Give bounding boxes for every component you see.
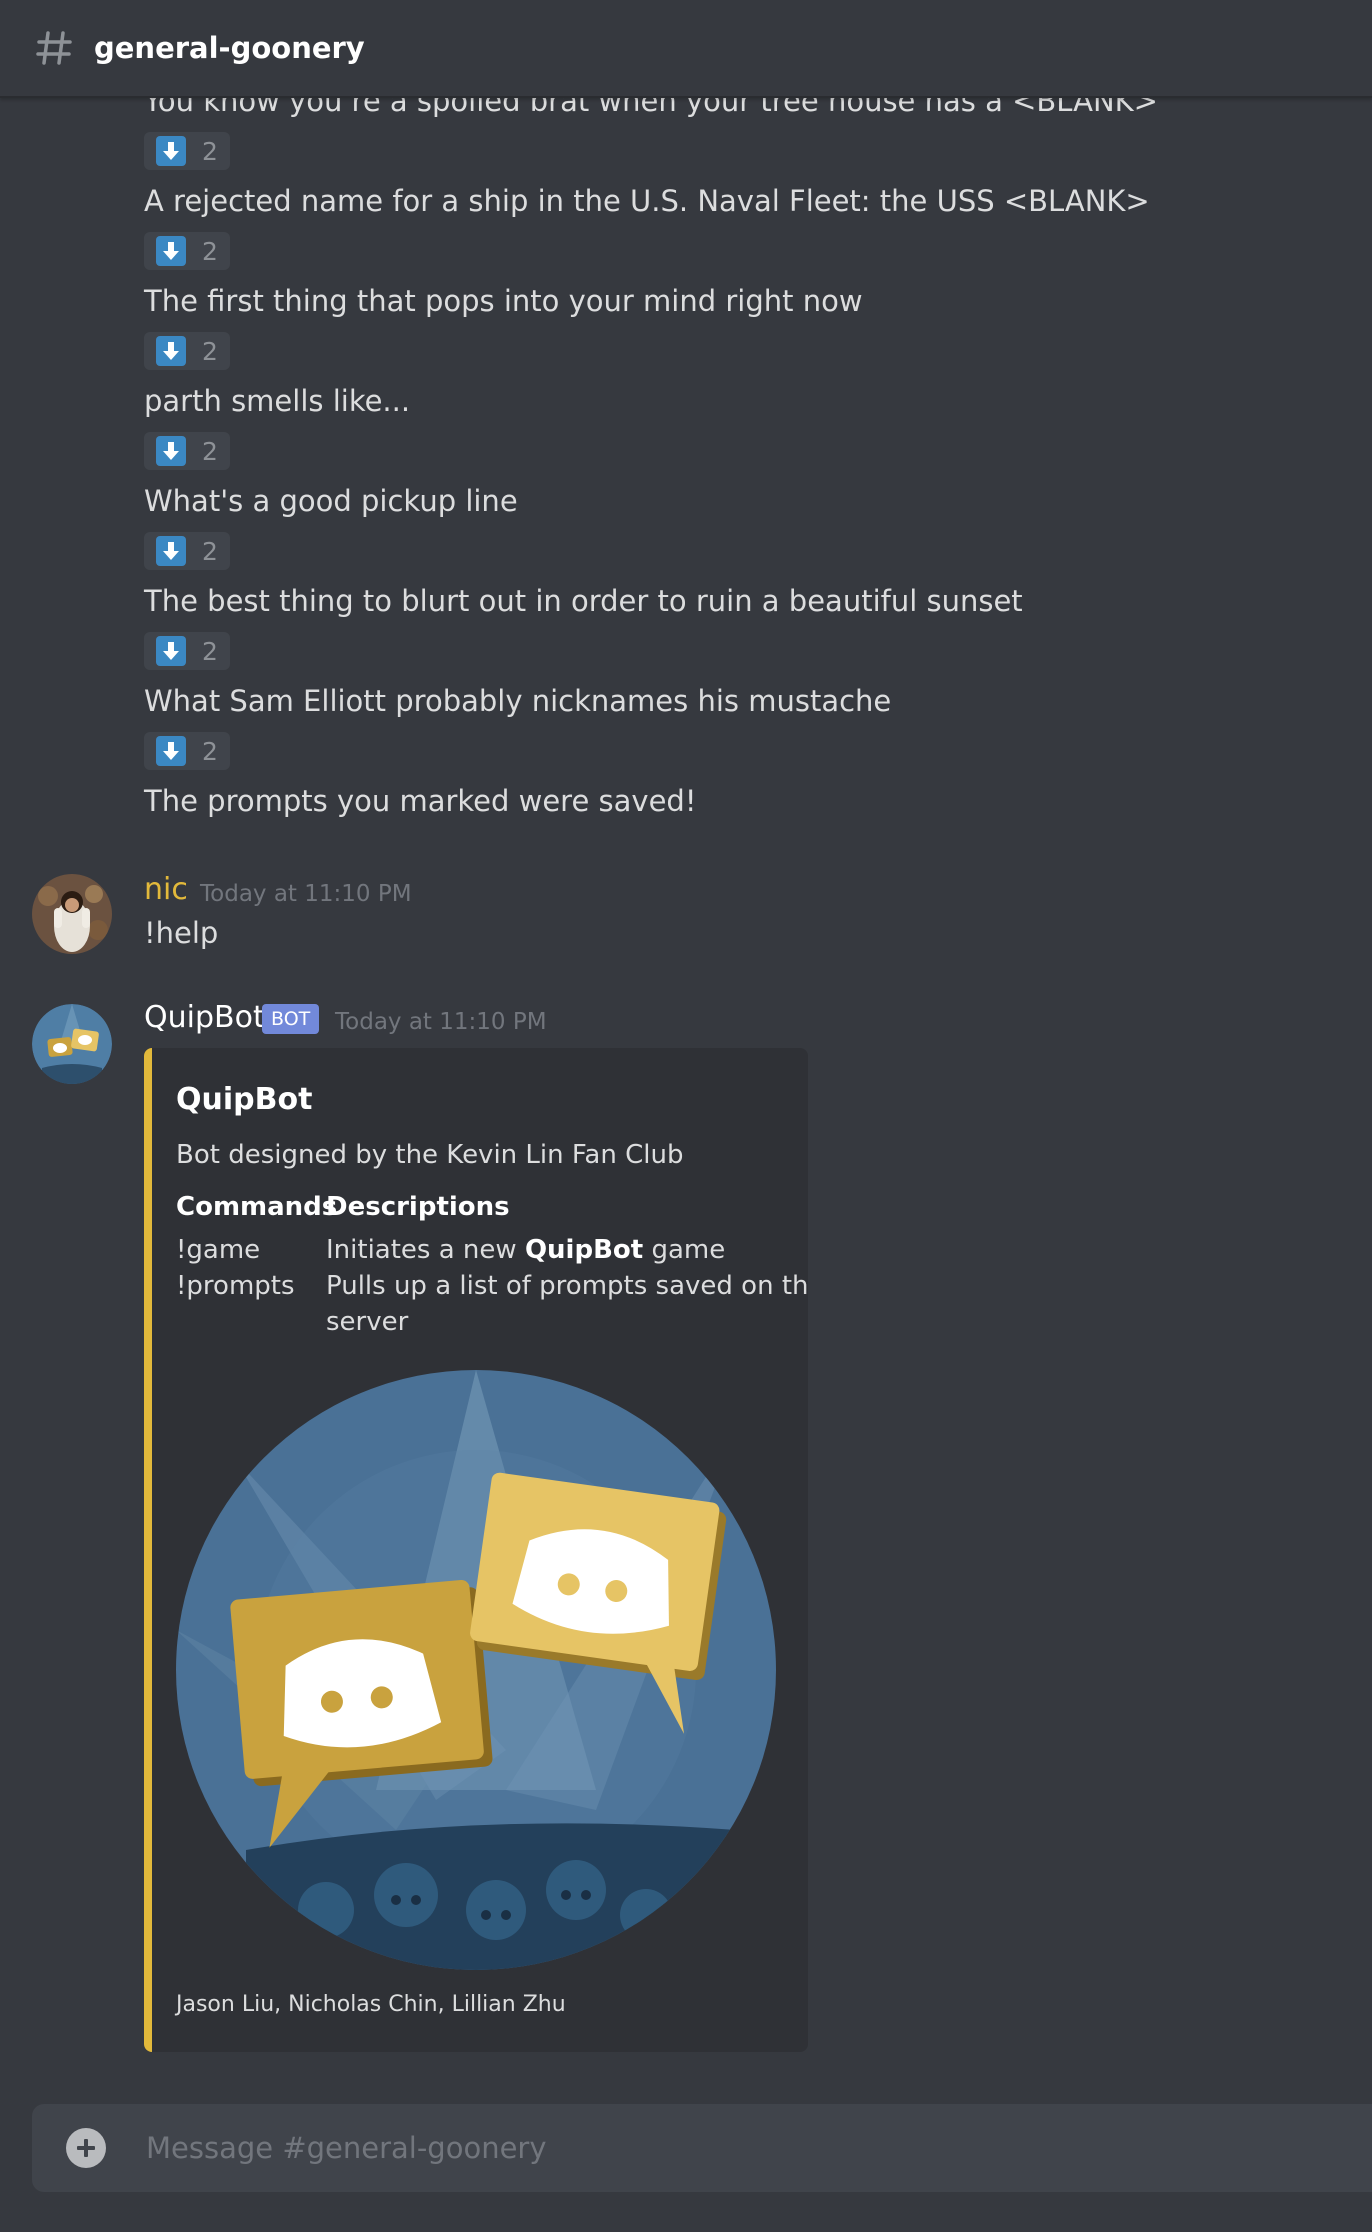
channel-name: general-goonery [94,31,365,65]
prompt-message: What's a good pickup line [144,484,518,518]
reaction-button[interactable]: 2 [144,532,230,570]
hash-icon [34,28,74,68]
username[interactable]: nic [144,872,188,907]
reaction-count: 2 [202,136,218,166]
prompt-message: The first thing that pops into your mind… [144,284,863,318]
arrow-down-icon [156,436,186,466]
reaction-count: 2 [202,236,218,266]
field-name-commands: Commands [176,1192,338,1222]
saved-notice: The prompts you marked were saved! [144,784,697,818]
reaction-button[interactable]: 2 [144,232,230,270]
avatar[interactable] [32,1004,112,1084]
bot-tag: BOT [262,1004,320,1034]
field-value-commands: !game !prompts [176,1232,295,1304]
reaction-count: 2 [202,736,218,766]
embed-accent-bar [144,1048,152,2052]
arrow-down-icon [156,536,186,566]
message-list: You know you’re a spoiled brat when your… [0,0,1372,2100]
description-item: Initiates a new QuipBot game [326,1232,808,1268]
embed-image[interactable] [176,1370,776,1970]
message-timestamp: Today at 11:10 PM [335,1009,547,1035]
username[interactable]: QuipBot [144,1000,265,1035]
reaction-count: 2 [202,536,218,566]
channel-header: general-goonery [0,0,1372,98]
description-text: game [643,1235,726,1265]
reaction-count: 2 [202,336,218,366]
bot-embed: QuipBot Bot designed by the Kevin Lin Fa… [144,1048,808,2052]
message-input[interactable] [144,2130,1148,2166]
reaction-button[interactable]: 2 [144,132,230,170]
command-item: !game [176,1235,261,1265]
message-timestamp: Today at 11:10 PM [200,881,412,907]
plus-circle-icon[interactable] [66,2128,106,2168]
prompt-message: parth smells like... [144,384,411,418]
reaction-button[interactable]: 2 [144,432,230,470]
field-name-descriptions: Descriptions [326,1192,510,1222]
arrow-down-icon [156,736,186,766]
description-item: server [326,1307,409,1337]
embed-description: Bot designed by the Kevin Lin Fan Club [176,1140,684,1170]
command-item: !prompts [176,1271,295,1301]
discord-window: You know you’re a spoiled brat when your… [0,0,1372,2232]
message-content: !help [144,916,219,950]
prompt-message: What Sam Elliott probably nicknames his … [144,684,892,718]
arrow-down-icon [156,636,186,666]
arrow-down-icon [156,336,186,366]
message-composer [32,2104,1372,2192]
prompt-message: A rejected name for a ship in the U.S. N… [144,184,1150,218]
reaction-button[interactable]: 2 [144,332,230,370]
reaction-count: 2 [202,636,218,666]
embed-title: QuipBot [176,1082,313,1117]
arrow-down-icon [156,136,186,166]
reaction-button[interactable]: 2 [144,732,230,770]
reaction-button[interactable]: 2 [144,632,230,670]
arrow-down-icon [156,236,186,266]
description-item: Pulls up a list of prompts saved on this [326,1271,808,1301]
embed-footer: Jason Liu, Nicholas Chin, Lillian Zhu [176,1992,566,2017]
reaction-count: 2 [202,436,218,466]
description-bold: QuipBot [524,1235,644,1265]
avatar[interactable] [32,874,112,954]
field-value-descriptions: Initiates a new QuipBot game Pulls up a … [326,1232,808,1340]
prompt-message: The best thing to blurt out in order to … [144,584,1023,618]
description-text: Initiates a new [326,1235,525,1265]
